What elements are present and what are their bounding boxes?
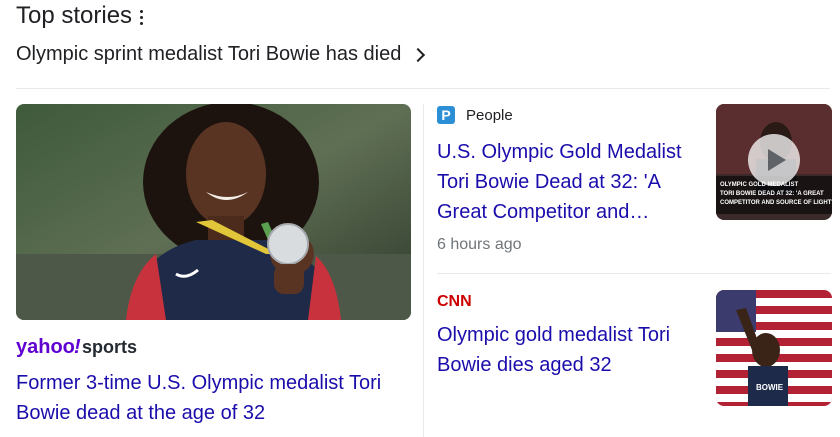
story-thumbnail[interactable]: OLYMPIC GOLD MEDALIST TORI BOWIE DEAD AT…	[716, 104, 832, 220]
vertical-divider	[423, 104, 424, 437]
svg-text:COMPETITOR AND SOURCE OF LIGHT: COMPETITOR AND SOURCE OF LIGHT'	[720, 200, 832, 206]
featured-story-card[interactable]: yahoo ! sports Former 3-time U.S. Olympi…	[16, 104, 411, 424]
chevron-right-icon	[411, 47, 426, 62]
featured-story-image[interactable]	[16, 104, 411, 320]
svg-text:BOWIE: BOWIE	[756, 383, 784, 392]
featured-story-title[interactable]: Former 3-time U.S. Olympic medalist Tori…	[16, 368, 411, 428]
story-title[interactable]: U.S. Olympic Gold Medalist Tori Bowie De…	[437, 137, 697, 227]
svg-text:CNN: CNN	[437, 293, 472, 309]
story-title[interactable]: Olympic gold medalist Tori Bowie dies ag…	[437, 320, 697, 380]
svg-text:TORI BOWIE DEAD AT 32: 'A GREA: TORI BOWIE DEAD AT 32: 'A GREAT	[720, 191, 824, 197]
yahoo-sports-logo: yahoo ! sports	[16, 336, 156, 358]
divider	[437, 273, 831, 274]
source-name: People	[466, 106, 513, 124]
divider	[16, 88, 830, 89]
topic-label: Olympic sprint medalist Tori Bowie has d…	[16, 43, 402, 65]
svg-text:OLYMPIC GOLD MEDALIST: OLYMPIC GOLD MEDALIST	[720, 182, 798, 188]
svg-text:yahoo: yahoo	[16, 336, 75, 358]
play-button[interactable]	[748, 134, 800, 186]
topic-link[interactable]: Olympic sprint medalist Tori Bowie has d…	[16, 43, 426, 66]
cnn-logo-icon: CNN	[437, 293, 472, 309]
top-stories-header: Top stories	[16, 0, 144, 32]
svg-text:sports: sports	[82, 337, 137, 357]
more-options-icon[interactable]	[140, 8, 144, 25]
play-icon	[767, 149, 786, 171]
story-thumbnail[interactable]: BOWIE	[716, 290, 832, 406]
svg-text:!: !	[74, 336, 81, 358]
people-logo-icon: P	[437, 106, 455, 124]
story-timestamp: 6 hours ago	[437, 236, 522, 253]
section-title: Top stories	[16, 2, 133, 29]
